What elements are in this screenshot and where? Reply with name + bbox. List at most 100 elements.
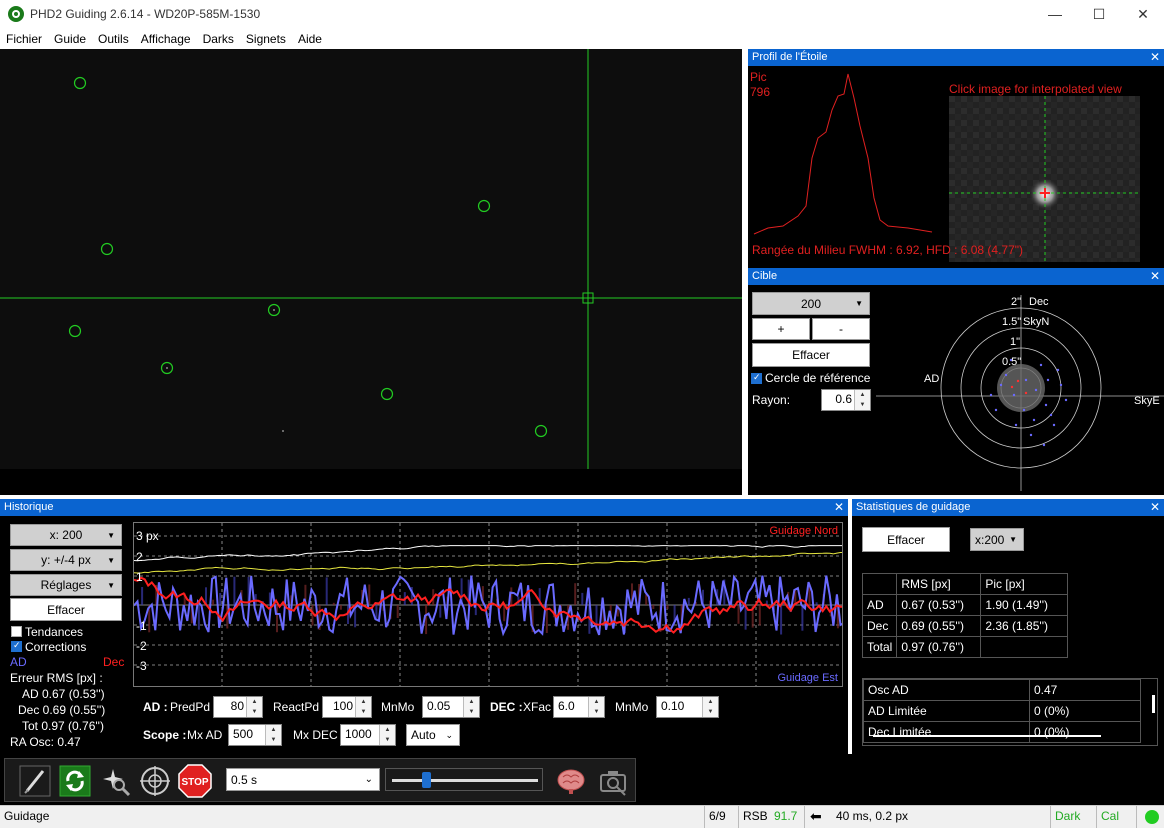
snr-trend-line	[134, 545, 842, 562]
stats-clear-button[interactable]: Effacer	[862, 527, 950, 552]
close-icon[interactable]: ✕	[1150, 49, 1160, 66]
ref-circle-checkbox[interactable]	[751, 372, 762, 384]
ra-osc: RA Osc: 0.47	[10, 735, 81, 749]
spin-arrows-icon[interactable]: ▲ ▼	[355, 697, 371, 717]
menu-guide[interactable]: Guide	[48, 32, 92, 46]
guide-camera-image[interactable]	[0, 49, 742, 469]
status-bar: Guidage 6/9 RSB 91.7 ⬅ 40 ms, 0.2 px Dar…	[0, 805, 1164, 828]
corrections-checkbox[interactable]	[11, 640, 22, 652]
status-led-cell	[1136, 806, 1164, 828]
target-panel-title: Cible ✕	[748, 268, 1164, 285]
stats-header	[861, 573, 898, 595]
menu-outils[interactable]: Outils	[92, 32, 135, 46]
history-settings-button[interactable]: Réglages ▼	[10, 574, 122, 596]
interpolate-hint: Click image for interpolated view	[949, 82, 1122, 96]
mnmo-ad-label: MnMo	[381, 700, 415, 714]
correction-bar	[233, 576, 236, 605]
target-scale-select[interactable]: 200 ▼	[752, 292, 870, 315]
star-marker[interactable]	[68, 324, 82, 338]
radius-input[interactable]: 0.6 ▲ ▼	[821, 389, 871, 411]
ring-label-2: 2"	[1011, 296, 1022, 308]
zoom-out-button[interactable]: -	[812, 318, 870, 340]
zoom-in-button[interactable]: +	[752, 318, 810, 340]
guide-overlay	[0, 49, 742, 469]
menu-aide[interactable]: Aide	[292, 32, 328, 46]
close-icon[interactable]: ✕	[1150, 268, 1160, 285]
loop-exposure-icon[interactable]	[57, 763, 93, 799]
star-marker[interactable]	[100, 242, 114, 256]
mxad-input[interactable]: 500 ▲ ▼	[228, 724, 282, 746]
spin-arrows-icon[interactable]: ▲ ▼	[246, 697, 262, 717]
rms-ad: AD 0.67 (0.53'')	[22, 687, 105, 701]
correction-bar	[758, 605, 761, 626]
xfac-input[interactable]: 6.0 ▲ ▼	[553, 696, 605, 718]
star-marker[interactable]	[477, 199, 491, 213]
camera-settings-icon[interactable]	[595, 763, 631, 799]
menu-signets[interactable]: Signets	[240, 32, 292, 46]
star-marker[interactable]	[380, 387, 394, 401]
exposure-value: 0.5 s	[231, 772, 258, 787]
ring-label-1: 1"	[1010, 336, 1021, 348]
menu-affichage[interactable]: Affichage	[135, 32, 197, 46]
history-graph[interactable]: 3 px 2 1 -1 -2 -3 Guidage Nord Guidage E…	[133, 522, 843, 687]
horizontal-scrollbar[interactable]	[873, 735, 1101, 737]
target-scale-value: 200	[800, 296, 822, 311]
stats-list-scroll[interactable]: Osc AD 0.47 AD Limitée 0 (0%) Dec Limitée 0…	[862, 678, 1158, 746]
history-x-select[interactable]: x: 200 ▼	[10, 524, 122, 546]
stop-icon[interactable]: STOP	[177, 763, 213, 799]
reactpd-input[interactable]: 100 ▲ ▼	[322, 696, 372, 718]
minimize-button[interactable]: —	[1032, 0, 1078, 28]
spin-arrows-icon[interactable]: ▲ ▼	[702, 697, 718, 717]
close-icon[interactable]: ✕	[834, 499, 844, 516]
history-graph-svg	[134, 523, 842, 686]
spin-arrows-icon[interactable]: ▲ ▼	[854, 390, 870, 410]
spin-arrows-icon[interactable]: ▲ ▼	[588, 697, 604, 717]
reactpd-label: ReactPd	[273, 700, 320, 714]
spin-arrows-icon[interactable]: ▲ ▼	[265, 725, 281, 745]
mnmo-dec-input[interactable]: 0.10 ▲ ▼	[656, 696, 719, 718]
spin-arrows-icon[interactable]: ▲ ▼	[379, 725, 395, 745]
mxdec-input[interactable]: 1000 ▲ ▼	[340, 724, 396, 746]
close-button[interactable]: ✕	[1120, 0, 1164, 28]
brain-settings-icon[interactable]	[553, 763, 589, 799]
mxdec-label: Mx DEC	[293, 728, 338, 742]
camera-connect-icon[interactable]	[17, 763, 53, 799]
skye-label: SkyE	[1134, 395, 1160, 407]
star-marker[interactable]	[73, 76, 87, 90]
maximize-button[interactable]: ☐	[1076, 0, 1122, 28]
trends-label: Tendances	[25, 625, 84, 639]
menu-bar: Fichier Guide Outils Affichage Darks Sig…	[0, 28, 1164, 49]
slider-thumb[interactable]	[422, 772, 431, 788]
vertical-scrollbar[interactable]	[1152, 695, 1155, 713]
history-panel-title: Historique ✕	[0, 499, 848, 516]
exposure-select[interactable]: 0.5 s ⌄	[226, 768, 380, 791]
predpd-input[interactable]: 80 ▲ ▼	[213, 696, 263, 718]
mxad-label: Mx AD	[187, 728, 223, 742]
menu-fichier[interactable]: Fichier	[0, 32, 48, 46]
auto-select-star-icon[interactable]	[97, 763, 133, 799]
spin-arrows-icon[interactable]: ▲ ▼	[463, 697, 479, 717]
chevron-down-icon: ⌄	[445, 729, 453, 740]
menu-darks[interactable]: Darks	[197, 32, 240, 46]
target-clear-button[interactable]: Effacer	[752, 343, 870, 367]
star-marker[interactable]	[534, 424, 548, 438]
close-icon[interactable]: ✕	[1150, 499, 1160, 516]
scope-label: Scope :	[143, 728, 187, 742]
dec-mode-select[interactable]: Auto ⌄	[406, 724, 460, 746]
star-profile-panel[interactable]: Pic 796 Click image for interpolated vie…	[748, 66, 1164, 262]
chevron-down-icon: ▼	[107, 580, 115, 590]
xfac-value: 6.0	[558, 699, 575, 713]
history-y-select[interactable]: y: +/-4 px ▼	[10, 549, 122, 571]
stats-x-select[interactable]: x:200 ▼	[970, 528, 1024, 551]
table-row: Total 0.97 (0.76'')	[861, 636, 1068, 658]
history-clear-button[interactable]: Effacer	[10, 598, 122, 621]
mnmo-ad-input[interactable]: 0.05 ▲ ▼	[422, 696, 480, 718]
trends-checkbox[interactable]	[11, 626, 22, 637]
profile-curve	[753, 73, 933, 235]
y-tick-3: 3 px	[136, 529, 159, 543]
guide-north-label: Guidage Nord	[769, 525, 839, 537]
phd2-window: PHD2 Guiding 2.6.14 - WD20P-585M-1530 — …	[0, 0, 1164, 828]
gamma-slider[interactable]	[385, 768, 543, 791]
guide-crosshair-icon[interactable]	[137, 763, 173, 799]
star-thumbnail[interactable]	[949, 96, 1140, 262]
